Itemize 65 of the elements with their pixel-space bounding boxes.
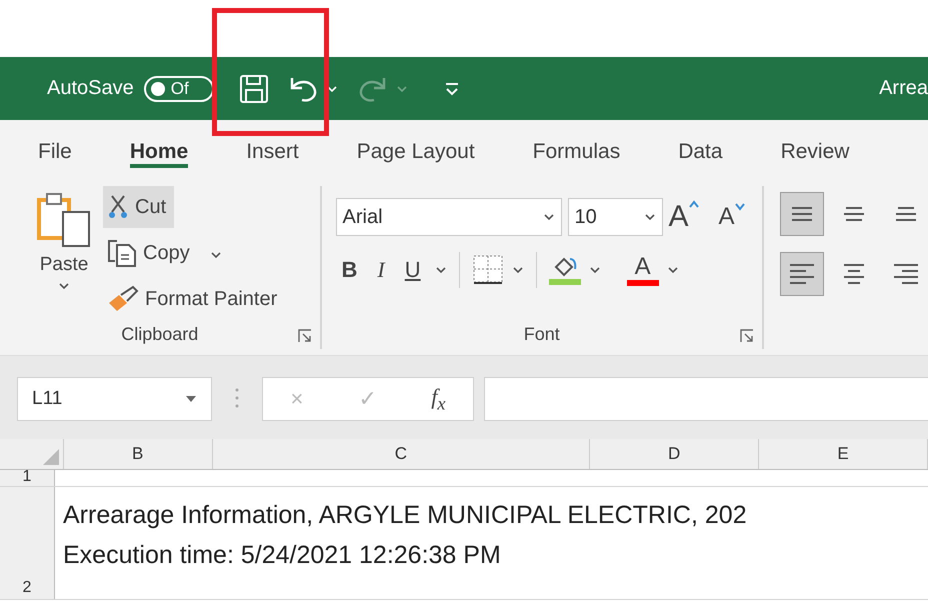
autosave-label: AutoSave: [47, 77, 134, 100]
copy-button[interactable]: Copy: [103, 232, 286, 274]
customize-icon[interactable]: [444, 80, 460, 96]
align-lines-icon: [844, 207, 864, 221]
ribbon-tab[interactable]: Home: [130, 130, 188, 168]
dropdown-arrow-icon[interactable]: [185, 395, 197, 403]
caret-icon[interactable]: [542, 213, 555, 221]
group-label: Font: [524, 324, 560, 344]
align-left-button[interactable]: [780, 252, 824, 296]
clipboard-icon: [35, 190, 93, 248]
align-lines-icon: [844, 264, 864, 284]
ribbon-tab[interactable]: Formulas: [532, 130, 620, 168]
save-icon[interactable]: [238, 72, 270, 104]
borders-icon[interactable]: [472, 254, 504, 286]
ribbon-tab[interactable]: Review: [780, 130, 850, 168]
column-header[interactable]: D: [590, 439, 760, 469]
cell-text: Arrearage Information, ARGYLE MUNICIPAL ELECTRIC, 202: [63, 500, 748, 531]
caret-icon[interactable]: [588, 266, 601, 274]
caret-icon[interactable]: [210, 250, 222, 258]
align-lines-icon: [792, 207, 812, 221]
bold-button[interactable]: B: [336, 253, 364, 287]
align-lines-icon: [896, 207, 916, 221]
window-title: Arrea: [879, 77, 928, 100]
ribbon-tab[interactable]: File: [38, 130, 72, 168]
copy-icon: [107, 239, 137, 267]
column-header[interactable]: E: [759, 439, 928, 469]
grow-font-button[interactable]: A: [668, 200, 699, 234]
caret-down-icon: [734, 203, 745, 211]
fill-color-button[interactable]: [548, 255, 581, 285]
format-painter-button[interactable]: Format Painter: [103, 278, 286, 320]
caret-icon[interactable]: [666, 266, 679, 274]
autosave-toggle[interactable]: Of: [144, 76, 214, 102]
row-header[interactable]: 2: [0, 487, 55, 599]
align-lines-icon: [790, 264, 814, 284]
font-size-box[interactable]: 10: [568, 198, 663, 236]
caret-icon[interactable]: [434, 266, 447, 274]
shrink-font-button[interactable]: A: [718, 203, 745, 231]
ribbon-tab[interactable]: Data: [678, 130, 723, 168]
column-header[interactable]: B: [64, 439, 213, 469]
insert-function-button[interactable]: f$_{x}$: [431, 384, 446, 414]
cut-button[interactable]: Cut: [103, 186, 174, 228]
paste-button[interactable]: Paste: [33, 186, 95, 320]
paintbrush-icon: [107, 285, 139, 313]
name-box[interactable]: L11: [17, 377, 212, 421]
cell-text: Execution time: 5/24/2021 12:26:38 PM: [63, 540, 502, 571]
caret-up-icon: [688, 200, 699, 208]
align-top-button[interactable]: [780, 192, 824, 236]
align-lines-icon: [894, 264, 918, 284]
formula-input[interactable]: [484, 377, 928, 421]
dialog-launcher-icon[interactable]: [740, 329, 754, 343]
italic-button[interactable]: I: [371, 253, 391, 287]
grip-icon[interactable]: [235, 387, 239, 409]
caret-icon[interactable]: [644, 213, 656, 221]
column-header[interactable]: C: [212, 439, 590, 469]
caret-icon[interactable]: [512, 266, 524, 274]
font-color-button[interactable]: A: [626, 254, 659, 286]
caret-icon[interactable]: [58, 282, 70, 290]
group-label: Clipboard: [121, 324, 198, 345]
underline-button[interactable]: U: [398, 253, 427, 287]
ribbon-tab[interactable]: Page Layout: [356, 130, 475, 168]
font-name-box[interactable]: Arial: [336, 198, 562, 236]
dialog-launcher-icon[interactable]: [298, 329, 312, 343]
row-header[interactable]: 1: [0, 470, 55, 486]
scissors-icon: [107, 194, 129, 220]
ribbon-tab[interactable]: Insert: [246, 130, 299, 168]
